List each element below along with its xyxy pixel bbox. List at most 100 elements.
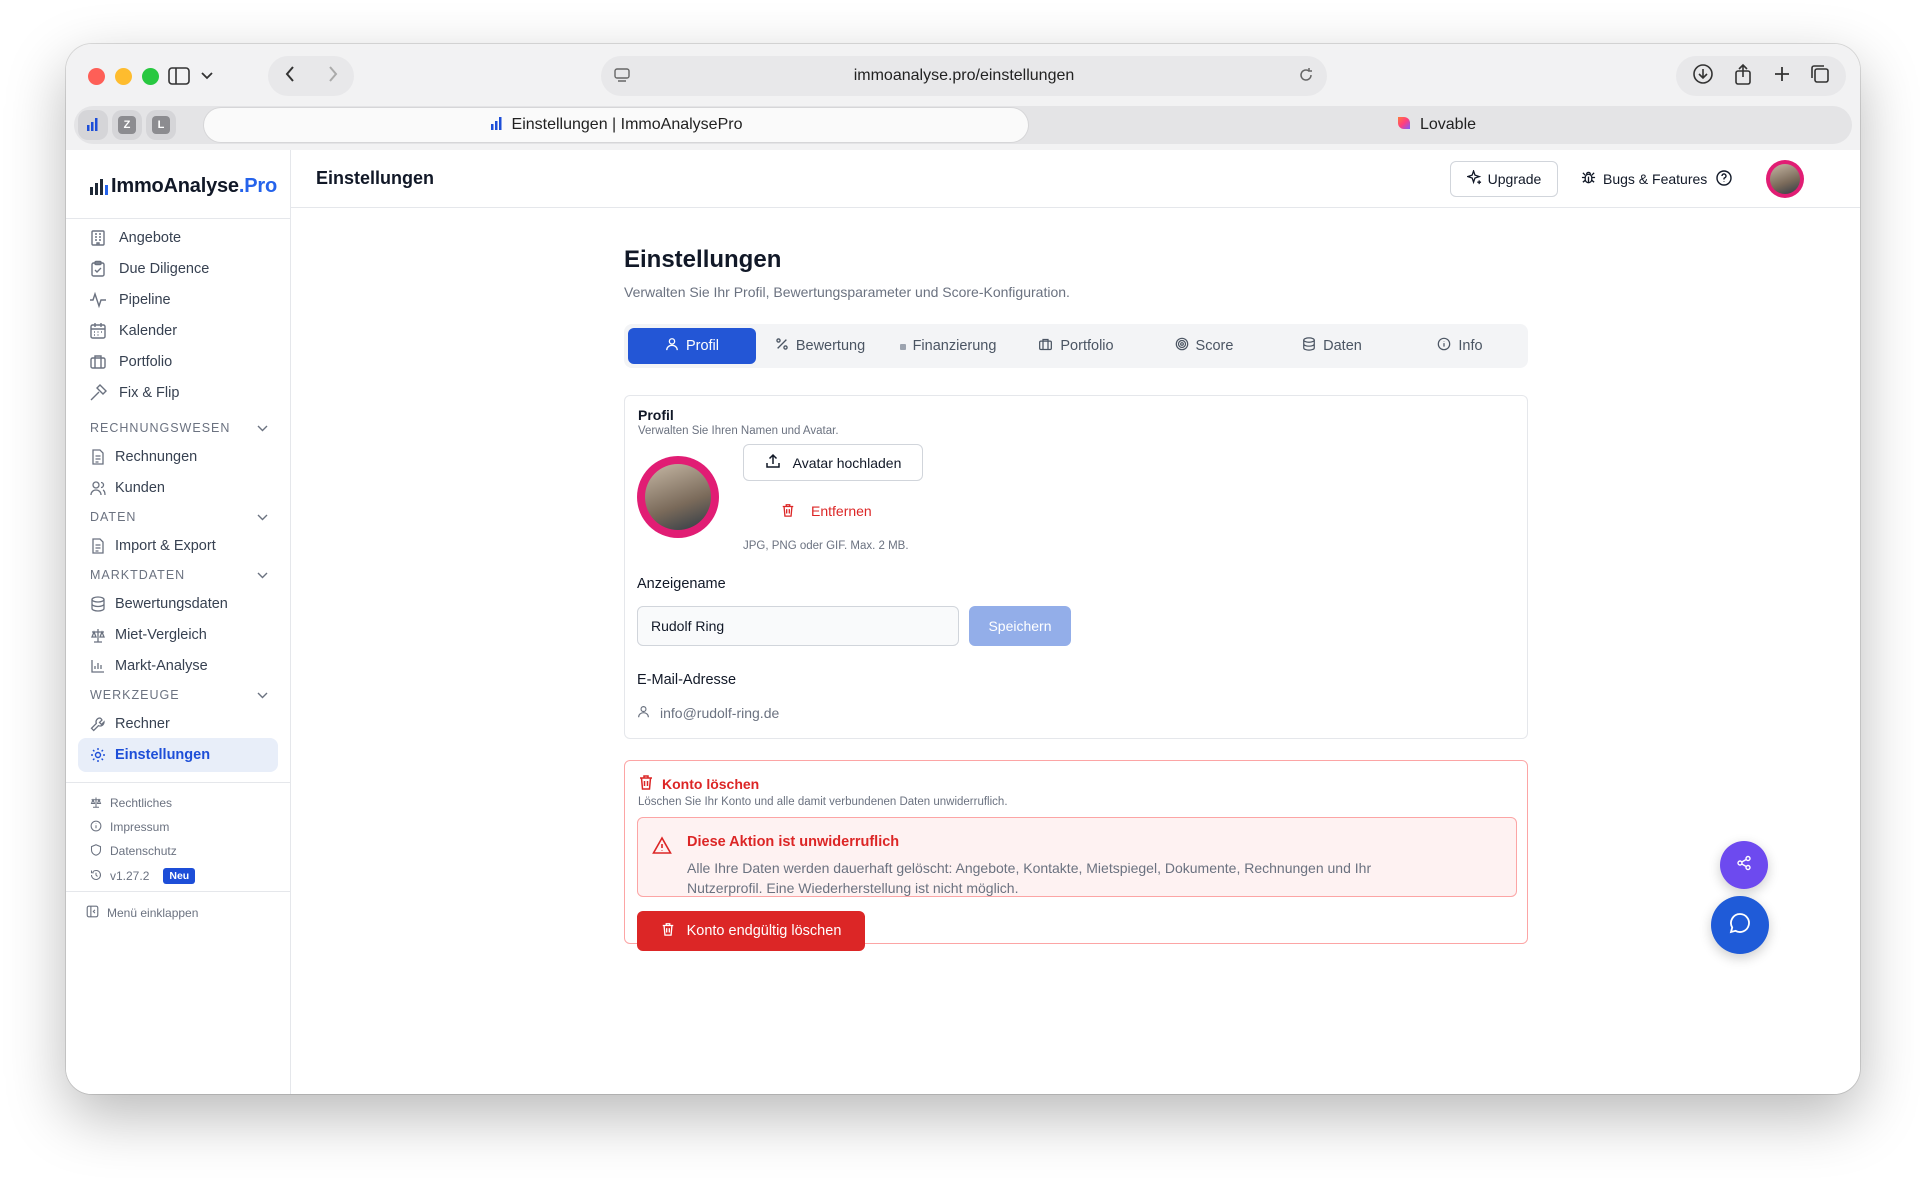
link-datenschutz[interactable]: Datenschutz [90, 840, 177, 862]
alert-text: Alle Ihre Daten werden dauerhaft gelösch… [687, 860, 1372, 896]
avatar-photo [645, 464, 711, 530]
collapse-label: Menü einklappen [107, 906, 199, 920]
link-rechtliches[interactable]: Rechtliches [90, 792, 172, 814]
sidebar-item-rechnungen[interactable]: Rechnungen [78, 440, 278, 474]
reload-icon[interactable] [1297, 66, 1315, 89]
delete-account-button[interactable]: Konto endgültig löschen [637, 911, 865, 951]
help-icon[interactable] [1715, 169, 1733, 192]
chevron-down-icon [257, 568, 268, 582]
sidebar-item-label: Bewertungsdaten [115, 596, 228, 612]
danger-card-title: Konto löschen [638, 774, 759, 793]
pinned-tab-immoanalyse[interactable] [78, 110, 108, 140]
save-name-button[interactable]: Speichern [969, 606, 1071, 646]
sidebar-item-fix-flip[interactable]: Fix & Flip [78, 376, 278, 410]
tab-label: Finanzierung [912, 338, 997, 354]
sidebar-item-rechner[interactable]: Rechner [78, 707, 278, 741]
hammer-icon [88, 383, 108, 403]
collapse-menu-button[interactable]: Menü einklappen [86, 902, 198, 924]
tab-profil[interactable]: Profil [628, 328, 756, 364]
sidebar-item-label: Rechner [115, 716, 170, 732]
top-bar-title: Einstellungen [316, 168, 435, 188]
sidebar-item-portfolio[interactable]: Portfolio [78, 345, 278, 379]
database-icon [88, 594, 108, 614]
sidebar-item-label: Kunden [115, 480, 165, 496]
bugs-features-button[interactable]: Bugs & Features [1581, 161, 1707, 197]
tab-bewertung[interactable]: Bewertung [756, 328, 884, 364]
share-icon[interactable] [1733, 63, 1753, 90]
email-label: E-Mail-Adresse [637, 672, 737, 688]
briefcase-icon [88, 352, 108, 372]
section-title: RECHNUNGSWESEN [90, 421, 231, 435]
calendar-icon [88, 321, 108, 341]
sidebar-item-pipeline[interactable]: Pipeline [78, 283, 278, 317]
pinned-tab-z[interactable]: Z [112, 110, 142, 140]
sidebar-item-miet-vergleich[interactable]: Miet-Vergleich [78, 618, 278, 652]
new-tab-icon[interactable] [1773, 65, 1791, 88]
sidebar-item-angebote[interactable]: Angebote [78, 221, 278, 255]
minimize-window-button[interactable] [115, 68, 132, 85]
section-daten-toggle[interactable]: DATEN [90, 507, 268, 527]
download-icon[interactable] [1692, 63, 1714, 90]
sidebar-toggle-icon[interactable] [166, 58, 192, 94]
wrench-icon [88, 714, 108, 734]
page-settings-icon[interactable] [613, 66, 631, 89]
sidebar-item-einstellungen[interactable]: Einstellungen [78, 738, 278, 772]
profile-card: Profil Verwalten Sie Ihren Namen und Ava… [624, 395, 1528, 739]
forward-arrow-icon[interactable] [328, 65, 338, 87]
profile-avatar [637, 456, 719, 538]
sidebar-item-due-diligence[interactable]: Due Diligence [78, 252, 278, 286]
tab-bar: Z L Einstellungen | ImmoAnalysePro Lovab… [74, 106, 1852, 144]
tab-score[interactable]: Score [1140, 328, 1268, 364]
tab-einstellungen[interactable]: Einstellungen | ImmoAnalysePro [204, 108, 1028, 142]
email-display: info@rudolf-ring.de [637, 703, 779, 723]
sidebar: ImmoAnalyse .Pro Angebote Due Diligence P… [66, 150, 291, 1094]
sidebar-item-kunden[interactable]: Kunden [78, 471, 278, 505]
section-werkzeuge-toggle[interactable]: WERKZEUGE [90, 685, 268, 705]
remove-avatar-button[interactable]: Entfernen [781, 499, 872, 523]
browser-chrome: immoanalyse.pro/einstellungen Z L Einste… [66, 44, 1860, 150]
tab-label: Daten [1323, 338, 1362, 354]
bar-chart-icon [88, 656, 108, 676]
chevron-down-icon[interactable] [198, 58, 216, 94]
tab-daten[interactable]: Daten [1268, 328, 1396, 364]
tab-lovable[interactable]: Lovable [1028, 108, 1844, 142]
upload-label: Avatar hochladen [792, 454, 902, 471]
version-label: v1.27.2 [110, 869, 150, 883]
warning-triangle-icon [652, 836, 672, 861]
sidebar-item-markt-analyse[interactable]: Markt-Analyse [78, 649, 278, 683]
address-bar[interactable]: immoanalyse.pro/einstellungen [601, 56, 1327, 96]
share-fab-button[interactable] [1720, 841, 1768, 889]
version-info[interactable]: v1.27.2 Neu [90, 865, 196, 887]
pinned-tab-l[interactable]: L [146, 110, 176, 140]
sidebar-item-import-export[interactable]: Import & Export [78, 529, 278, 563]
app-logo[interactable]: ImmoAnalyse .Pro [90, 174, 277, 198]
user-avatar[interactable] [1766, 160, 1804, 198]
page-title: Einstellungen [624, 246, 782, 273]
sidebar-item-label: Due Diligence [119, 261, 210, 277]
display-name-input[interactable]: Rudolf Ring [637, 606, 959, 646]
users-icon [88, 478, 108, 498]
sidebar-item-kalender[interactable]: Kalender [78, 314, 278, 348]
upgrade-button[interactable]: Upgrade [1450, 161, 1558, 197]
activity-icon [88, 290, 108, 310]
tab-overview-icon[interactable] [1810, 64, 1830, 89]
back-arrow-icon[interactable] [285, 65, 295, 87]
target-icon [1175, 337, 1189, 355]
upload-avatar-button[interactable]: Avatar hochladen [743, 444, 923, 481]
tab-finanzierung[interactable]: Finanzierung [884, 328, 1012, 364]
sidebar-item-label: Fix & Flip [119, 385, 180, 401]
logo-suffix: .Pro [238, 175, 277, 197]
sidebar-item-bewertungsdaten[interactable]: Bewertungsdaten [78, 587, 278, 621]
maximize-window-button[interactable] [142, 68, 159, 85]
section-title: DATEN [90, 510, 137, 524]
section-rechnungswesen-toggle[interactable]: RECHNUNGSWESEN [90, 418, 268, 438]
close-window-button[interactable] [88, 68, 105, 85]
bug-icon [1581, 170, 1596, 188]
avatar-photo [1770, 164, 1800, 194]
link-impressum[interactable]: Impressum [90, 816, 169, 838]
tab-portfolio[interactable]: Portfolio [1012, 328, 1140, 364]
section-marktdaten-toggle[interactable]: MARKTDATEN [90, 565, 268, 585]
tab-info[interactable]: Info [1396, 328, 1524, 364]
chevron-down-icon [257, 510, 268, 524]
chat-fab-button[interactable] [1711, 896, 1769, 954]
